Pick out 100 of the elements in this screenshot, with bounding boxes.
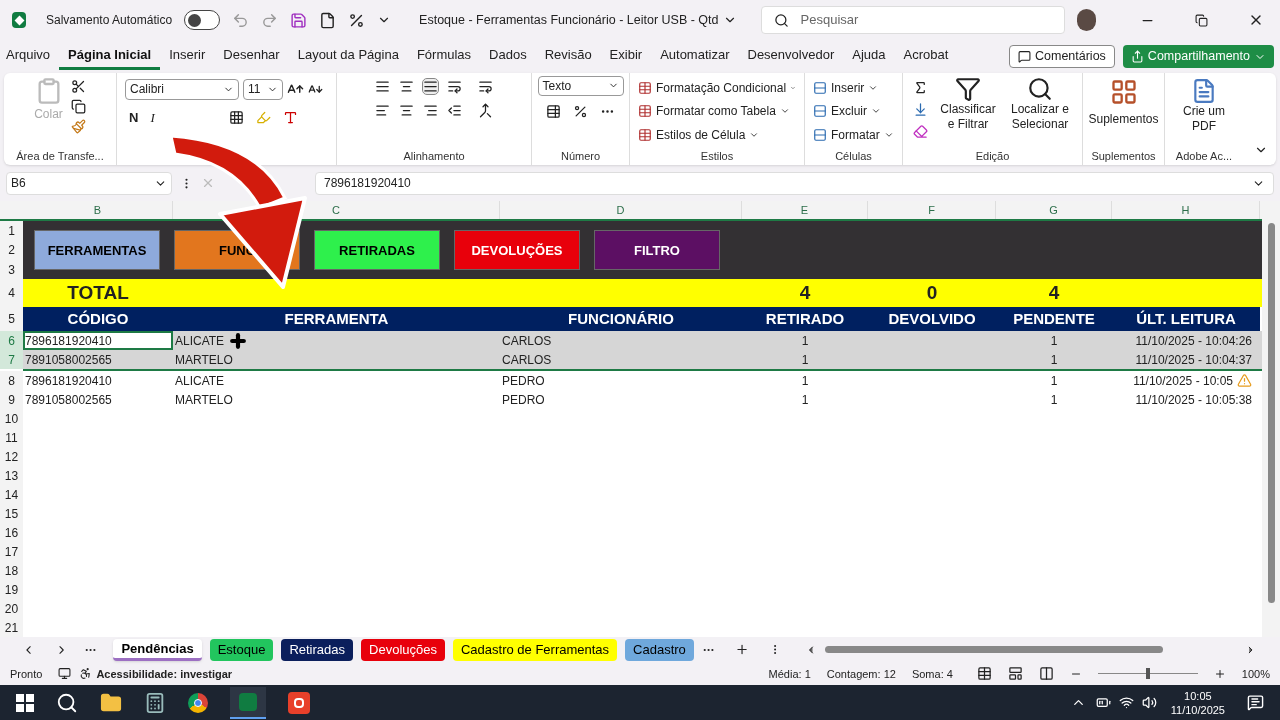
column-header[interactable]: H (1112, 201, 1260, 220)
search-input[interactable]: Pesquisar (800, 10, 1052, 30)
row-number[interactable]: 3 (0, 260, 23, 280)
row-number[interactable]: 2 (0, 240, 23, 261)
font-color-icon[interactable] (282, 110, 298, 126)
volume-icon[interactable] (1141, 695, 1157, 711)
name-box[interactable]: B6 (6, 171, 172, 195)
folder-icon[interactable] (100, 691, 122, 714)
undo-icon[interactable] (232, 11, 250, 29)
menu-tab[interactable]: Fórmulas (407, 43, 481, 70)
row-number[interactable]: 16 (0, 523, 23, 543)
column-header[interactable]: B (23, 201, 173, 220)
cells-command[interactable]: Excluir (813, 99, 894, 124)
copy-icon[interactable] (70, 98, 86, 114)
page-break-icon[interactable] (1038, 666, 1054, 682)
new-file-icon[interactable] (319, 11, 337, 29)
align-center-icon[interactable] (399, 102, 414, 118)
menu-tab[interactable]: Inserir (160, 43, 215, 70)
align-left-icon[interactable] (375, 102, 390, 118)
clock-date[interactable]: 11/10/2025 (1170, 702, 1225, 717)
windows-start-icon[interactable] (16, 693, 34, 712)
row-number[interactable]: 11 (0, 428, 23, 448)
align-right-icon[interactable] (423, 102, 438, 118)
redo-icon[interactable] (261, 11, 279, 29)
font-size-dropdown[interactable]: 11 (243, 78, 283, 100)
add-ins-button[interactable]: Suplementos (1088, 109, 1159, 149)
calculator-icon[interactable] (144, 691, 166, 714)
row-number[interactable]: 19 (0, 580, 23, 600)
styles-command[interactable]: Estilos de Célula (638, 123, 796, 147)
comments-button[interactable]: Comentários (1009, 45, 1115, 69)
italic-button[interactable]: I (150, 107, 155, 128)
styles-command[interactable]: Formatar como Tabela (638, 99, 796, 124)
fill-icon[interactable] (913, 101, 928, 117)
zoom-in-icon[interactable] (1213, 667, 1226, 680)
column-header[interactable]: E (742, 201, 868, 220)
merge-icon[interactable] (478, 102, 493, 118)
row-number[interactable]: 7 (0, 350, 23, 370)
window-title[interactable]: Estoque - Ferramentas Funcionário - Leitor USB - Qtd (419, 10, 719, 30)
find-select-button[interactable]: Localizar e Selecionar (1008, 101, 1072, 132)
cells-command[interactable]: Inserir (813, 75, 894, 100)
row-number[interactable]: 8 (0, 371, 23, 391)
sort-filter-icon[interactable] (955, 75, 981, 102)
align-bottom-icon[interactable] (423, 78, 438, 94)
zoom-slider[interactable] (1097, 667, 1198, 680)
column-header[interactable]: G (996, 201, 1112, 220)
avatar[interactable] (1076, 9, 1096, 32)
normal-view-icon[interactable] (976, 666, 992, 682)
percent-style-icon[interactable] (573, 103, 588, 119)
app-icon[interactable] (288, 691, 310, 714)
sheet-tab[interactable]: Cadastro (625, 638, 694, 661)
menu-tab[interactable]: Página Inicial (59, 43, 161, 70)
wrap-text-icon[interactable] (478, 78, 493, 94)
sort-filter-button[interactable]: Classificar e Filtrar (936, 101, 1000, 132)
align-top-icon[interactable] (375, 78, 390, 94)
page-layout-icon[interactable] (1007, 666, 1023, 682)
create-pdf-button[interactable]: Crie um PDF (1174, 103, 1234, 149)
cut-icon[interactable] (70, 78, 86, 94)
sum-icon[interactable] (913, 79, 928, 95)
browser-icon[interactable] (188, 692, 208, 713)
clock-time[interactable]: 10:05 (1184, 688, 1212, 703)
excel-taskbar-icon[interactable] (230, 686, 266, 719)
sheet-tab[interactable]: Devoluções (361, 638, 445, 661)
eraser-icon[interactable] (913, 123, 928, 139)
add-ins-icon[interactable] (1109, 77, 1138, 106)
row-number[interactable]: 18 (0, 561, 23, 581)
cells-command[interactable]: Formatar (813, 123, 894, 147)
styles-command[interactable]: Formatação Condicional (638, 75, 796, 100)
sheet-tab[interactable]: Retiradas (281, 638, 354, 661)
menu-tab[interactable]: Automatizar (651, 43, 739, 70)
column-header[interactable]: D (500, 201, 742, 220)
accessibility-status[interactable]: Acessibilidade: investigar (79, 665, 233, 683)
menu-tab[interactable]: Exibir (600, 43, 652, 70)
search-icon[interactable] (56, 691, 78, 714)
row-number[interactable]: 20 (0, 599, 23, 619)
row-number[interactable]: 15 (0, 504, 23, 524)
network-icon[interactable] (1118, 695, 1134, 711)
nav-button[interactable]: DEVOLUÇÕES (454, 230, 580, 271)
row-number[interactable]: 14 (0, 485, 23, 505)
nav-button[interactable]: FERRAMENTAS (34, 230, 160, 271)
sheet-tab[interactable]: Estoque (209, 638, 274, 661)
table-row[interactable]: 7891058002565 MARTELO CARLOS 1 1 11/10/2025 - 10:04:37 (23, 350, 1262, 372)
row-number[interactable]: 10 (0, 409, 23, 429)
menu-tab[interactable]: Revisão (535, 43, 601, 70)
notifications-icon[interactable] (1247, 694, 1264, 712)
zoom-level[interactable]: 100% (1241, 665, 1270, 683)
sheet-tab[interactable]: Pendências (113, 638, 202, 661)
row-number[interactable]: 13 (0, 466, 23, 486)
menu-tab[interactable]: Layout da Página (288, 43, 408, 70)
number-format-dropdown[interactable]: Texto (537, 75, 624, 96)
row-number[interactable]: 6 (0, 331, 23, 351)
menu-tab[interactable]: Arquivo (6, 43, 60, 70)
font-name-dropdown[interactable]: Calibri (125, 78, 239, 100)
nav-button[interactable]: RETIRADAS (314, 230, 440, 271)
row-number[interactable]: 5 (0, 307, 23, 332)
menu-tab[interactable]: Desenvolvedor (738, 43, 844, 70)
menu-tab[interactable]: Acrobat (894, 43, 958, 70)
column-header[interactable]: F (868, 201, 996, 220)
autosave-toggle[interactable] (184, 10, 221, 31)
formula-field[interactable]: 7896181920410 (315, 171, 1274, 195)
align-middle-icon[interactable] (399, 78, 414, 94)
